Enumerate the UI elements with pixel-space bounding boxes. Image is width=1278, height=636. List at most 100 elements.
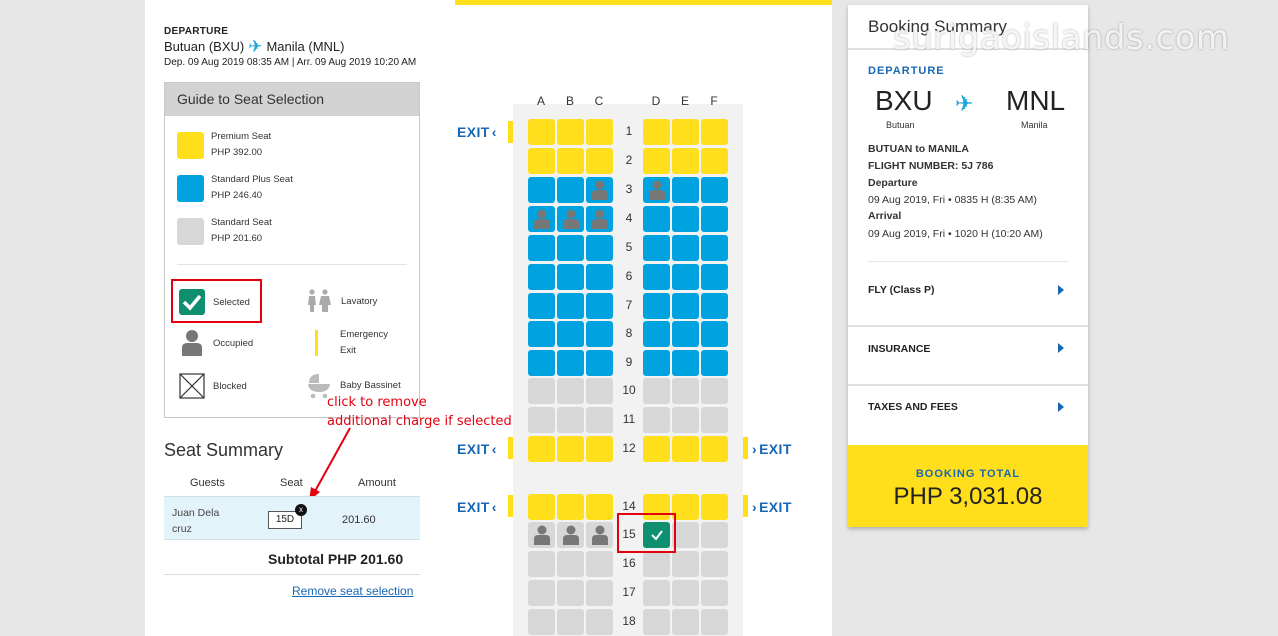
seat-3b[interactable] xyxy=(557,177,584,203)
seat-6b[interactable] xyxy=(557,264,584,290)
seat-14e[interactable] xyxy=(672,494,699,520)
seat-11a[interactable] xyxy=(528,407,555,433)
seat-4d[interactable] xyxy=(643,206,670,232)
seat-16e[interactable] xyxy=(672,551,699,577)
insurance-item[interactable]: INSURANCE xyxy=(868,343,930,355)
seat-11c[interactable] xyxy=(586,407,613,433)
seat-14c[interactable] xyxy=(586,494,613,520)
seat-9c[interactable] xyxy=(586,350,613,376)
seat-10e[interactable] xyxy=(672,378,699,404)
seat-10d[interactable] xyxy=(643,378,670,404)
seat-2e[interactable] xyxy=(672,148,699,174)
seat-15e[interactable] xyxy=(672,522,699,548)
seat-16f[interactable] xyxy=(701,551,728,577)
seat-1e[interactable] xyxy=(672,119,699,145)
seat-7e[interactable] xyxy=(672,293,699,319)
seat-18a[interactable] xyxy=(528,609,555,635)
seat-12b[interactable] xyxy=(557,436,584,462)
seat-4e[interactable] xyxy=(672,206,699,232)
seat-5c[interactable] xyxy=(586,235,613,261)
seat-17c[interactable] xyxy=(586,580,613,606)
seat-16a[interactable] xyxy=(528,551,555,577)
seat-1c[interactable] xyxy=(586,119,613,145)
seat-16c[interactable] xyxy=(586,551,613,577)
seat-5a[interactable] xyxy=(528,235,555,261)
seat-9a[interactable] xyxy=(528,350,555,376)
seat-9e[interactable] xyxy=(672,350,699,376)
seat-10f[interactable] xyxy=(701,378,728,404)
chevron-right-icon[interactable] xyxy=(1058,402,1064,412)
seat-5e[interactable] xyxy=(672,235,699,261)
seat-8d[interactable] xyxy=(643,321,670,347)
seat-3e[interactable] xyxy=(672,177,699,203)
seat-8a[interactable] xyxy=(528,321,555,347)
seat-6c[interactable] xyxy=(586,264,613,290)
seat-18e[interactable] xyxy=(672,609,699,635)
seat-7d[interactable] xyxy=(643,293,670,319)
remove-seat-selection-link[interactable]: Remove seat selection xyxy=(292,584,413,598)
seat-12f[interactable] xyxy=(701,436,728,462)
seat-4f[interactable] xyxy=(701,206,728,232)
seat-18b[interactable] xyxy=(557,609,584,635)
seat-1b[interactable] xyxy=(557,119,584,145)
seat-16b[interactable] xyxy=(557,551,584,577)
seat-15f[interactable] xyxy=(701,522,728,548)
seat-10b[interactable] xyxy=(557,378,584,404)
seat-6e[interactable] xyxy=(672,264,699,290)
taxes-fees-item[interactable]: TAXES AND FEES xyxy=(868,401,958,413)
seat-11b[interactable] xyxy=(557,407,584,433)
seat-6a[interactable] xyxy=(528,264,555,290)
seat-2f[interactable] xyxy=(701,148,728,174)
seat-1a[interactable] xyxy=(528,119,555,145)
seat-6d[interactable] xyxy=(643,264,670,290)
seat-11f[interactable] xyxy=(701,407,728,433)
seat-8f[interactable] xyxy=(701,321,728,347)
seat-7f[interactable] xyxy=(701,293,728,319)
seat-18d[interactable] xyxy=(643,609,670,635)
seat-8b[interactable] xyxy=(557,321,584,347)
seat-2a[interactable] xyxy=(528,148,555,174)
seat-2c[interactable] xyxy=(586,148,613,174)
seat-18c[interactable] xyxy=(586,609,613,635)
seat-11e[interactable] xyxy=(672,407,699,433)
seat-12c[interactable] xyxy=(586,436,613,462)
seat-10c[interactable] xyxy=(586,378,613,404)
seat-18f[interactable] xyxy=(701,609,728,635)
fly-class-item[interactable]: FLY (Class P) xyxy=(868,284,935,296)
seat-11d[interactable] xyxy=(643,407,670,433)
seat-2d[interactable] xyxy=(643,148,670,174)
seat-2b[interactable] xyxy=(557,148,584,174)
seat-3f[interactable] xyxy=(701,177,728,203)
seat-chip[interactable]: 15D x xyxy=(268,504,307,529)
seat-5f[interactable] xyxy=(701,235,728,261)
seat-8e[interactable] xyxy=(672,321,699,347)
seat-8c[interactable] xyxy=(586,321,613,347)
seat-7b[interactable] xyxy=(557,293,584,319)
seat-17b[interactable] xyxy=(557,580,584,606)
seat-14b[interactable] xyxy=(557,494,584,520)
seat-3a[interactable] xyxy=(528,177,555,203)
seat-7c[interactable] xyxy=(586,293,613,319)
seat-17f[interactable] xyxy=(701,580,728,606)
seat-12d[interactable] xyxy=(643,436,670,462)
seat-9f[interactable] xyxy=(701,350,728,376)
seat-5b[interactable] xyxy=(557,235,584,261)
seat-9d[interactable] xyxy=(643,350,670,376)
chevron-right-icon[interactable] xyxy=(1058,285,1064,295)
seat-1d[interactable] xyxy=(643,119,670,145)
seat-1f[interactable] xyxy=(701,119,728,145)
seat-14f[interactable] xyxy=(701,494,728,520)
seat-6f[interactable] xyxy=(701,264,728,290)
seat-17e[interactable] xyxy=(672,580,699,606)
seat-12e[interactable] xyxy=(672,436,699,462)
seat-7a[interactable] xyxy=(528,293,555,319)
seat-17d[interactable] xyxy=(643,580,670,606)
seat-5d[interactable] xyxy=(643,235,670,261)
chevron-right-icon[interactable] xyxy=(1058,343,1064,353)
seat-12a[interactable] xyxy=(528,436,555,462)
seat-14a[interactable] xyxy=(528,494,555,520)
seat-10a[interactable] xyxy=(528,378,555,404)
seat-17a[interactable] xyxy=(528,580,555,606)
seat-16d[interactable] xyxy=(643,551,670,577)
remove-seat-icon[interactable]: x xyxy=(295,504,307,516)
